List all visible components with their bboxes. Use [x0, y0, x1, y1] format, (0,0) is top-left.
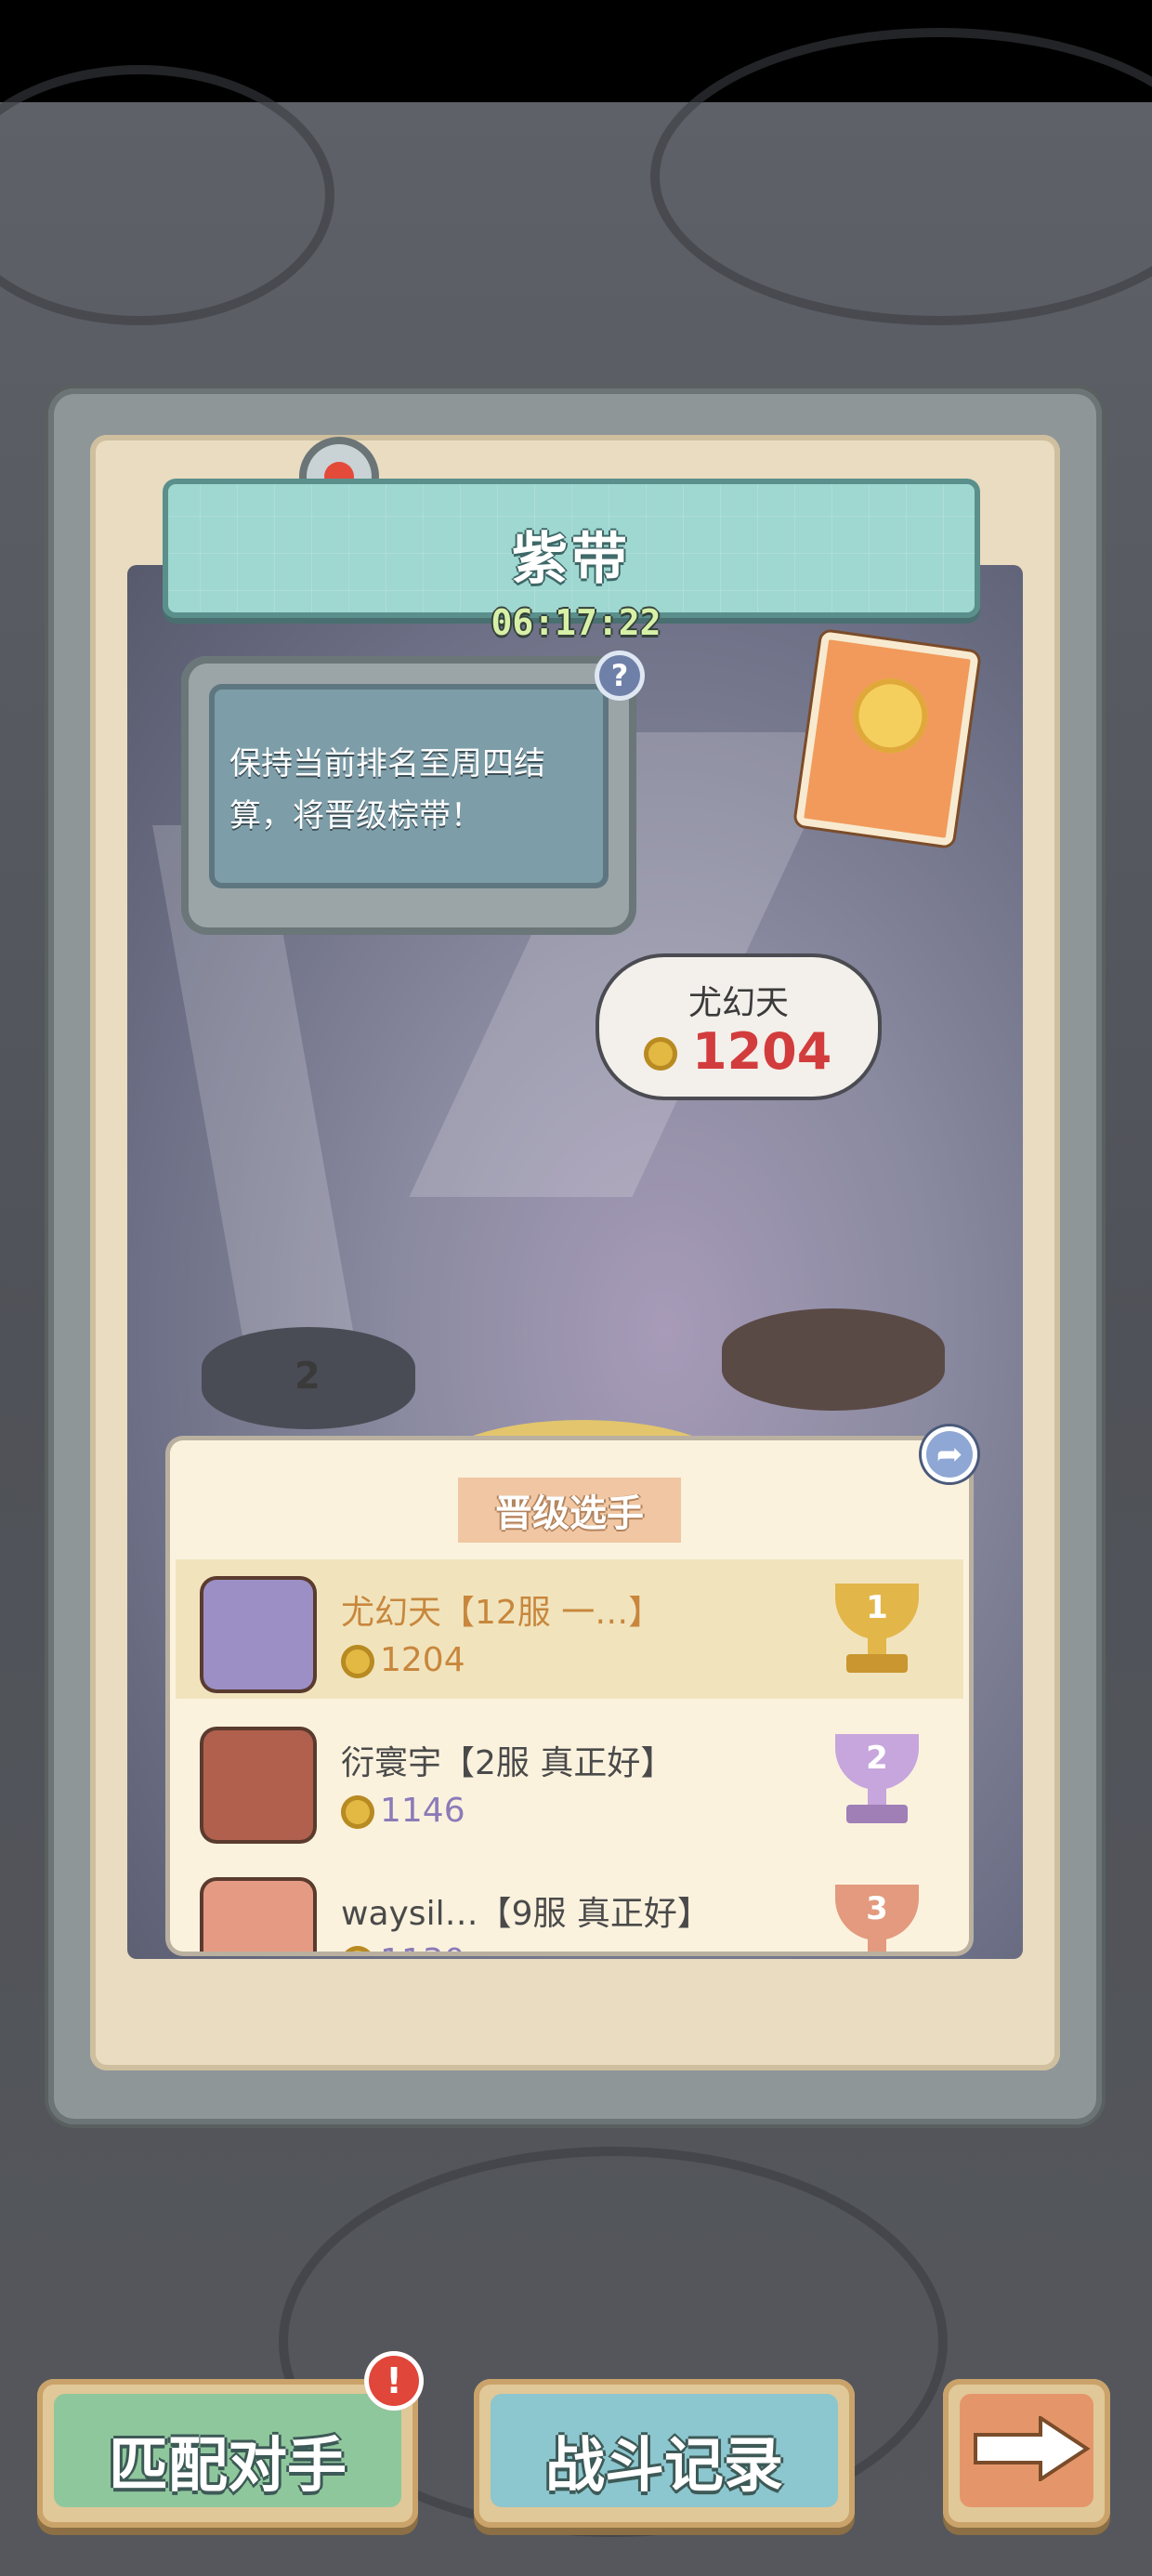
info-monitor: 保持当前排名至周四结算，将晋级棕带！: [181, 656, 636, 935]
trophy-icon: 2: [826, 1734, 928, 1827]
list-item[interactable]: waysil…【9服 真正好】 1130 3: [176, 1860, 963, 1952]
list-title-wrap: 晋级选手: [170, 1478, 969, 1543]
avatar[interactable]: [203, 1730, 313, 1840]
next-button[interactable]: [943, 2379, 1110, 2528]
promotion-list-panel: 晋级选手 尤幻天【12服 一…】 1204 1 衍寰宇【2服 真正好】 1146…: [170, 1440, 969, 1952]
trophy-rank: 2: [866, 1740, 888, 1777]
rose-badge-icon: [848, 674, 933, 758]
match-opponent-button[interactable]: 匹配对手: [37, 2379, 418, 2528]
medal-icon: [341, 1946, 374, 1952]
countdown-timer: 06:17:22: [491, 602, 661, 643]
medal-icon: [341, 1645, 374, 1678]
list-title: 晋级选手: [458, 1478, 681, 1543]
match-opponent-label: 匹配对手: [109, 2432, 347, 2501]
list-item[interactable]: 尤幻天【12服 一…】 1204 1: [176, 1559, 963, 1699]
list-item[interactable]: 衍寰宇【2服 真正好】 1146 2: [176, 1710, 963, 1849]
battle-records-label: 战斗记录: [545, 2432, 783, 2501]
rank-card[interactable]: [795, 631, 979, 847]
player-score: 1204: [380, 1641, 465, 1679]
battle-records-button[interactable]: 战斗记录: [474, 2379, 855, 2528]
trophy-rank: 1: [866, 1589, 888, 1626]
alert-icon: !: [364, 2351, 424, 2411]
top-player-name: 尤幻天: [687, 984, 789, 1022]
player-score: 1146: [380, 1792, 465, 1830]
help-icon[interactable]: ?: [595, 651, 645, 701]
podium-second: 2: [202, 1327, 415, 1429]
top-player-score: 1204: [692, 1022, 832, 1081]
trophy-icon: 1: [826, 1584, 928, 1676]
monitor-screen: 保持当前排名至周四结算，将晋级棕带！: [209, 684, 609, 888]
podium-third: [722, 1308, 945, 1411]
player-name: 衍寰宇【2服 真正好】: [341, 1744, 674, 1782]
top-player-bubble: 尤幻天 1204: [599, 957, 878, 1097]
medal-icon: [341, 1795, 374, 1829]
podium-second-number: 2: [295, 1355, 321, 1398]
trophy-rank: 3: [866, 1890, 888, 1927]
player-name: 尤幻天【12服 一…】: [341, 1594, 662, 1632]
player-name: waysil…【9服 真正好】: [341, 1895, 711, 1933]
monitor-message: 保持当前排名至周四结算，将晋级棕带！: [229, 745, 545, 835]
player-score: 1130: [380, 1942, 465, 1952]
page-title: 紫带: [512, 527, 631, 592]
avatar[interactable]: [203, 1881, 313, 1952]
arrow-right-icon: [974, 2416, 1091, 2481]
title-banner: 紫带: [163, 479, 980, 618]
share-icon[interactable]: ➦: [922, 1426, 977, 1482]
trophy-icon: 3: [826, 1885, 928, 1952]
medal-icon: [644, 1037, 677, 1071]
avatar[interactable]: [203, 1580, 313, 1689]
